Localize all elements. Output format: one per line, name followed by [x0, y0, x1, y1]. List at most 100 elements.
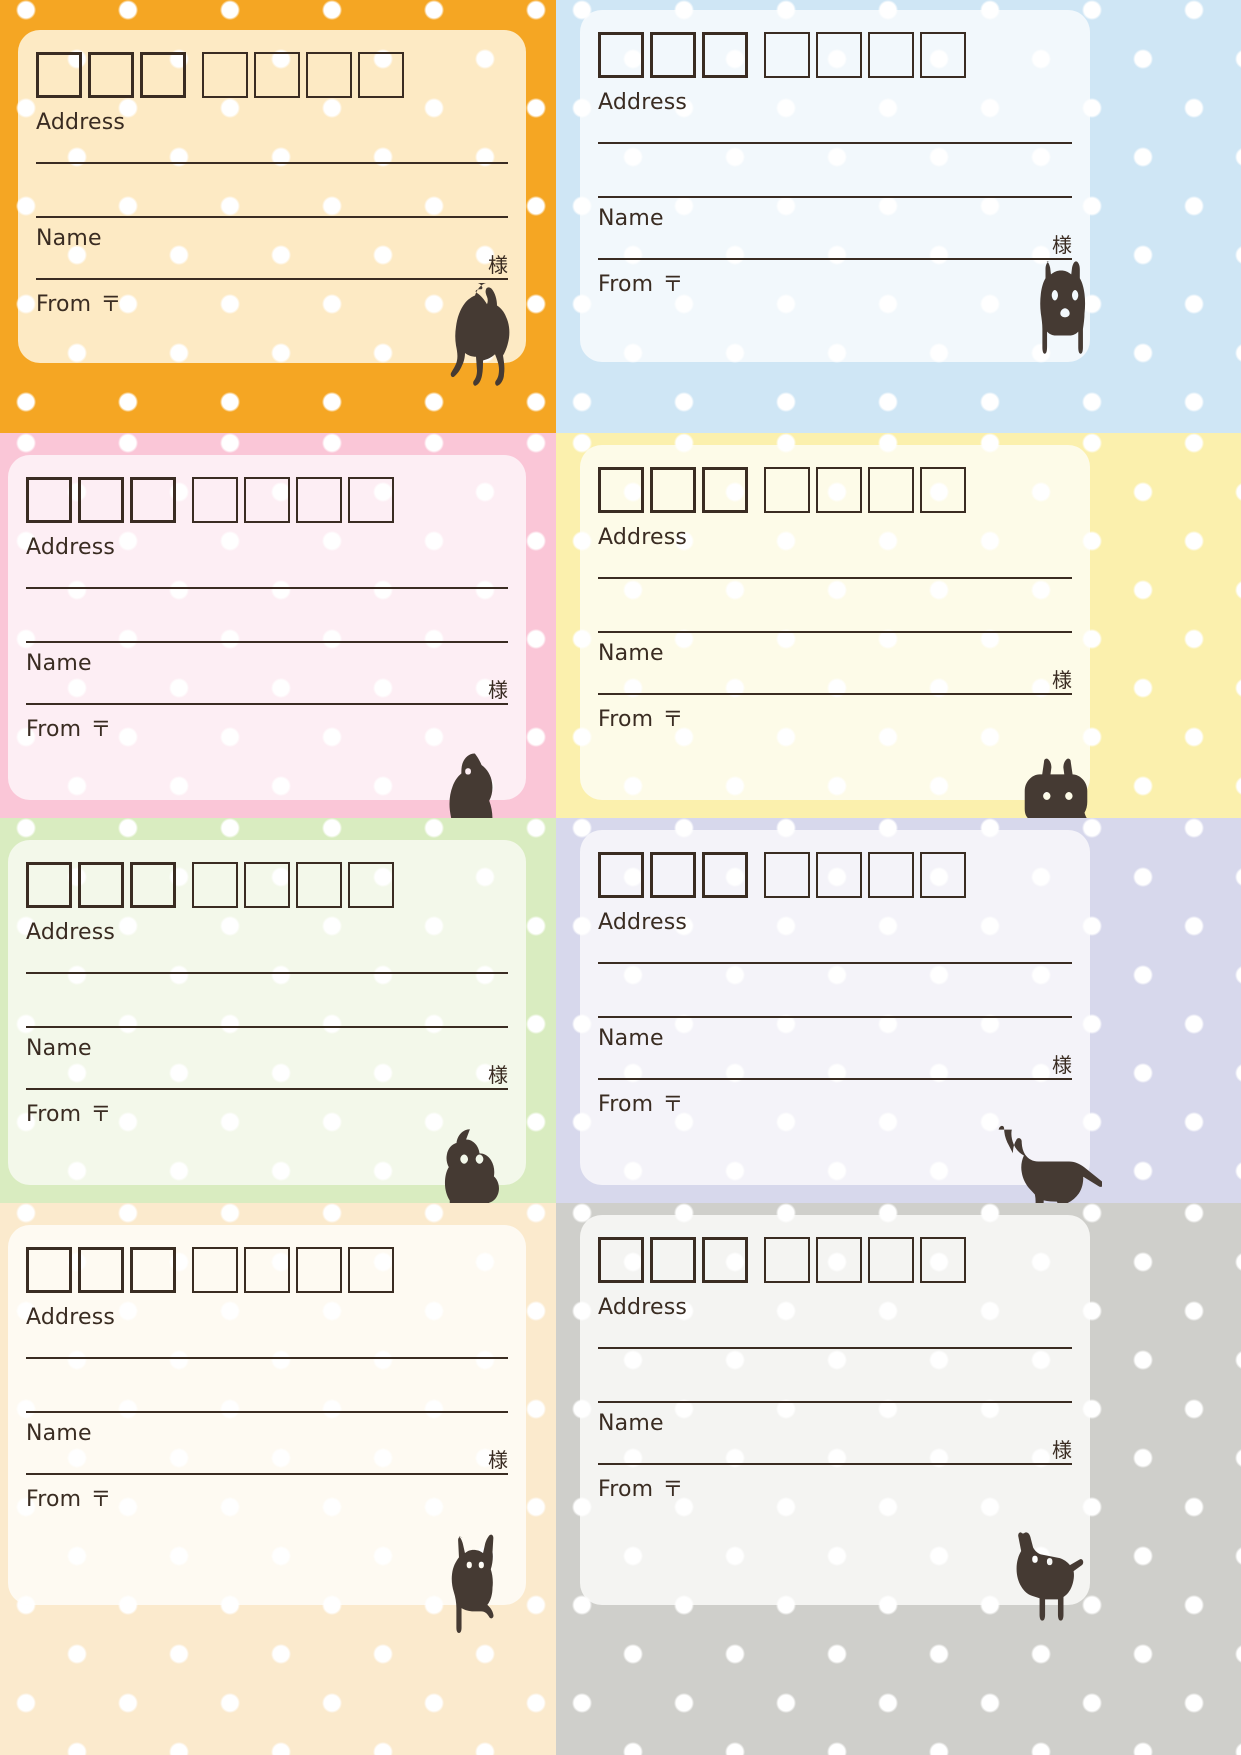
address-label: Address [598, 525, 688, 550]
from-label: From 〒 [26, 1483, 112, 1513]
postal-code-box[interactable] [598, 1237, 644, 1283]
honorific-sama: 様 [488, 253, 508, 277]
postal-code-box[interactable] [192, 1247, 238, 1293]
postal-code-box[interactable] [920, 1237, 966, 1283]
postal-code-box[interactable] [348, 862, 394, 908]
postal-code-box[interactable] [130, 862, 176, 908]
postal-code-box[interactable] [348, 1247, 394, 1293]
postal-code-box[interactable] [36, 52, 82, 98]
address-card: Address Name 様 From 〒 [580, 10, 1090, 362]
label-panel-lavender: Address Name 様 From 〒 [556, 818, 1241, 1203]
name-label: Name [598, 1026, 664, 1051]
write-line-2 [598, 1016, 1072, 1018]
postal-code-box[interactable] [764, 1237, 810, 1283]
postal-code-box[interactable] [306, 52, 352, 98]
postal-code-box[interactable] [254, 52, 300, 98]
postal-code-box[interactable] [192, 477, 238, 523]
from-text: From [26, 1102, 82, 1127]
postal-code-box[interactable] [920, 852, 966, 898]
postal-code-box[interactable] [358, 52, 404, 98]
postal-code-box[interactable] [650, 852, 696, 898]
postal-code-box[interactable] [868, 32, 914, 78]
postal-code-box[interactable] [348, 477, 394, 523]
postal-code-boxes[interactable] [26, 862, 394, 908]
postal-code-box[interactable] [702, 467, 748, 513]
postal-mark-icon: 〒 [90, 717, 112, 741]
postal-code-boxes[interactable] [36, 52, 404, 98]
postal-code-box[interactable] [650, 32, 696, 78]
postal-code-box[interactable] [702, 32, 748, 78]
postal-code-box[interactable] [130, 1247, 176, 1293]
postal-code-boxes[interactable] [598, 467, 966, 513]
postal-code-box[interactable] [26, 1247, 72, 1293]
postal-code-box[interactable] [598, 32, 644, 78]
from-text: From [36, 292, 92, 317]
postal-code-box[interactable] [598, 467, 644, 513]
card-surface: Address Name 様 From 〒 [8, 455, 526, 800]
postal-code-box[interactable] [202, 52, 248, 98]
address-card: Address Name 様 From 〒 [580, 445, 1090, 818]
postal-code-box[interactable] [868, 1237, 914, 1283]
postal-code-box[interactable] [244, 1247, 290, 1293]
postal-code-box[interactable] [920, 467, 966, 513]
write-line-1 [26, 1357, 508, 1359]
postal-code-box[interactable] [816, 32, 862, 78]
address-card: Address Name 様 From 〒 [580, 830, 1102, 1203]
postal-code-box[interactable] [702, 1237, 748, 1283]
postal-code-box[interactable] [26, 862, 72, 908]
postal-code-box[interactable] [816, 1237, 862, 1283]
address-label: Address [26, 920, 116, 945]
postal-code-box[interactable] [296, 1247, 342, 1293]
postal-code-boxes[interactable] [598, 1237, 966, 1283]
honorific-sama: 様 [1052, 668, 1072, 692]
postal-code-box[interactable] [78, 477, 124, 523]
postal-code-boxes[interactable] [598, 32, 966, 78]
postal-code-box[interactable] [244, 862, 290, 908]
write-line-3 [26, 703, 508, 705]
postal-code-box[interactable] [816, 852, 862, 898]
postal-code-box[interactable] [598, 852, 644, 898]
postal-code-box[interactable] [764, 32, 810, 78]
postal-code-box[interactable] [764, 852, 810, 898]
postal-code-box[interactable] [816, 467, 862, 513]
postal-code-box[interactable] [296, 477, 342, 523]
postal-code-box[interactable] [650, 467, 696, 513]
postal-code-box[interactable] [78, 862, 124, 908]
postal-code-boxes[interactable] [26, 477, 394, 523]
postal-code-box[interactable] [192, 862, 238, 908]
postal-code-boxes[interactable] [26, 1247, 394, 1293]
postal-mark-icon: 〒 [90, 1487, 112, 1511]
write-line-1 [26, 972, 508, 974]
postal-code-box[interactable] [296, 862, 342, 908]
postal-code-box[interactable] [868, 852, 914, 898]
from-text: From [598, 1092, 654, 1117]
postal-mark-icon: 〒 [90, 1102, 112, 1126]
address-label: Address [598, 1295, 688, 1320]
postal-code-box[interactable] [920, 32, 966, 78]
label-panel-pink: Address Name 様 From 〒 [0, 433, 556, 818]
address-label: Address [26, 1305, 116, 1330]
postal-code-box[interactable] [650, 1237, 696, 1283]
write-line-2 [36, 216, 508, 218]
postal-mark-icon: 〒 [662, 707, 684, 731]
postal-code-box[interactable] [140, 52, 186, 98]
postal-code-boxes[interactable] [598, 852, 966, 898]
postal-code-box[interactable] [868, 467, 914, 513]
postal-code-box[interactable] [764, 467, 810, 513]
honorific-sama: 様 [488, 1448, 508, 1472]
write-line-3 [36, 278, 508, 280]
card-surface: Address Name 様 From 〒 [8, 840, 526, 1185]
postal-code-box[interactable] [702, 852, 748, 898]
from-label: From 〒 [598, 1473, 684, 1503]
write-line-3 [26, 1473, 508, 1475]
postal-mark-icon: 〒 [662, 272, 684, 296]
name-label: Name [598, 641, 664, 666]
postal-code-box[interactable] [26, 477, 72, 523]
postal-code-box[interactable] [130, 477, 176, 523]
address-label: Address [36, 110, 126, 135]
postal-code-box[interactable] [244, 477, 290, 523]
postal-code-box[interactable] [78, 1247, 124, 1293]
address-card: Address Name 様 From 〒 [18, 30, 526, 386]
postal-code-box[interactable] [88, 52, 134, 98]
from-text: From [598, 707, 654, 732]
